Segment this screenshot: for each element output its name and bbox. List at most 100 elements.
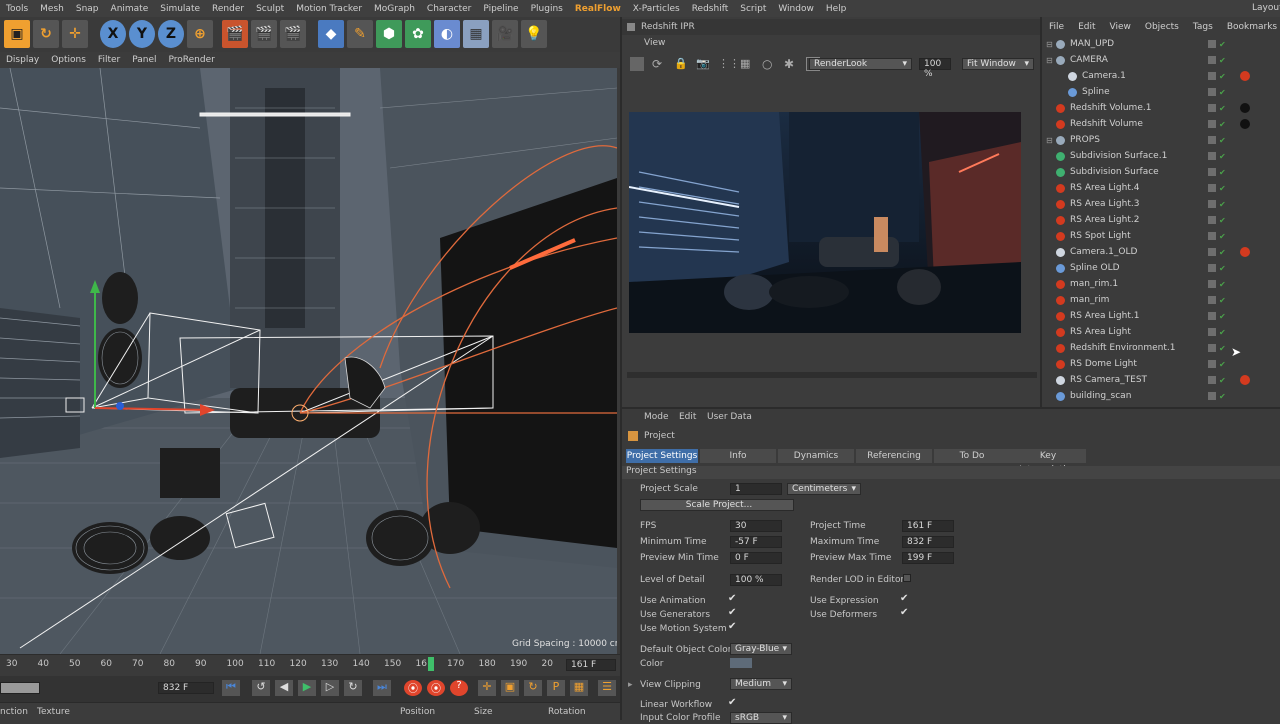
- menu-redshift[interactable]: Redshift: [686, 4, 735, 14]
- step-forward-icon[interactable]: ▷: [321, 680, 339, 696]
- exposure-icon[interactable]: ✱: [784, 57, 798, 71]
- section-collapse-icon[interactable]: ▸: [628, 680, 633, 690]
- menu-window[interactable]: Window: [772, 4, 820, 14]
- tag-icon[interactable]: [1240, 119, 1250, 129]
- key-move-icon[interactable]: ✛: [478, 680, 496, 696]
- expand-icon[interactable]: ⊟: [1046, 40, 1056, 49]
- refresh-icon[interactable]: ⟳: [652, 57, 666, 71]
- rotate-icon[interactable]: ↻: [33, 20, 59, 48]
- objman-menu-tags[interactable]: Tags: [1186, 22, 1220, 36]
- menu-help[interactable]: Help: [820, 4, 853, 14]
- object-name[interactable]: RS Dome Light: [1070, 359, 1137, 369]
- function-tab[interactable]: nction: [0, 707, 28, 717]
- max-time-field[interactable]: 832 F: [902, 536, 954, 548]
- deformer-icon[interactable]: ◐: [434, 20, 460, 48]
- fps-field[interactable]: 30: [730, 520, 782, 532]
- viewport-menu-panel[interactable]: Panel: [126, 55, 162, 65]
- preview-min-field[interactable]: 0 F: [730, 552, 782, 564]
- grid-icon[interactable]: ⋮⋮: [718, 57, 740, 71]
- menu-x-particles[interactable]: X-Particles: [627, 4, 686, 14]
- object-name[interactable]: man_rim.1: [1070, 279, 1118, 289]
- menu-tools[interactable]: Tools: [0, 4, 34, 14]
- visibility-flags[interactable]: ✔: [1208, 119, 1226, 129]
- use-deformers-checkbox[interactable]: ✔: [900, 607, 908, 618]
- scale-project-button[interactable]: Scale Project...: [640, 499, 794, 511]
- menu-character[interactable]: Character: [421, 4, 477, 14]
- tab-referencing[interactable]: Referencing: [856, 449, 932, 463]
- object-name[interactable]: RS Camera_TEST: [1070, 375, 1147, 385]
- use-motion-system-checkbox[interactable]: ✔: [728, 621, 736, 632]
- panel-grip-icon[interactable]: [627, 23, 635, 31]
- object-name[interactable]: Subdivision Surface: [1070, 167, 1159, 177]
- tag-icon[interactable]: [1240, 103, 1250, 113]
- visibility-flags[interactable]: ✔: [1208, 327, 1226, 337]
- tab-project-settings[interactable]: Project Settings: [626, 449, 698, 463]
- project-scale-unit-dropdown[interactable]: Centimeters ▾: [787, 483, 861, 495]
- subdivision-icon[interactable]: ⬢: [376, 20, 402, 48]
- linear-workflow-checkbox[interactable]: ✔: [728, 697, 736, 708]
- objman-menu-edit[interactable]: Edit: [1071, 22, 1102, 36]
- frame-range-slider[interactable]: [0, 682, 40, 694]
- lock-icon[interactable]: 🔒: [674, 57, 688, 71]
- visibility-flags[interactable]: ✔: [1208, 87, 1226, 97]
- object-name[interactable]: CAMERA: [1070, 55, 1108, 65]
- min-time-field[interactable]: -57 F: [730, 536, 782, 548]
- object-name[interactable]: RS Area Light.2: [1070, 215, 1139, 225]
- objman-menu-objects[interactable]: Objects: [1138, 22, 1186, 36]
- next-key-icon[interactable]: ↻: [344, 680, 362, 696]
- visibility-flags[interactable]: ✔: [1208, 263, 1226, 273]
- object-row[interactable]: RS Area Light ✔: [1042, 324, 1280, 340]
- objman-menu-bookmarks[interactable]: Bookmarks: [1220, 22, 1280, 36]
- snapshot-icon[interactable]: 📷: [696, 57, 710, 71]
- tab-todo[interactable]: To Do: [934, 449, 1010, 463]
- object-name[interactable]: MAN_UPD: [1070, 39, 1114, 49]
- camera-icon[interactable]: 🎥: [492, 20, 518, 48]
- object-row[interactable]: RS Area Light.3 ✔: [1042, 196, 1280, 212]
- ipr-horizontal-scrollbar[interactable]: [627, 372, 1037, 378]
- move-icon[interactable]: ✛: [62, 20, 88, 48]
- timeline-icon[interactable]: ☰: [598, 680, 616, 696]
- visibility-flags[interactable]: ✔: [1208, 183, 1226, 193]
- visibility-flags[interactable]: ✔: [1208, 343, 1226, 353]
- focus-icon[interactable]: ○: [762, 57, 776, 71]
- current-frame-field[interactable]: 161 F: [566, 659, 616, 671]
- menu-render[interactable]: Render: [206, 4, 250, 14]
- object-row[interactable]: Redshift Volume.1 ✔: [1042, 100, 1280, 116]
- object-row[interactable]: ⊟ MAN_UPD ✔: [1042, 36, 1280, 52]
- object-name[interactable]: Camera.1_OLD: [1070, 247, 1137, 257]
- current-frame-marker[interactable]: [428, 657, 434, 671]
- visibility-flags[interactable]: ✔: [1208, 311, 1226, 321]
- menu-snap[interactable]: Snap: [70, 4, 105, 14]
- attr-menu-mode[interactable]: Mode: [644, 412, 669, 422]
- object-row[interactable]: RS Dome Light ✔: [1042, 356, 1280, 372]
- tag-icon[interactable]: [1240, 375, 1250, 385]
- attr-menu-userdata[interactable]: User Data: [707, 412, 752, 422]
- play-icon[interactable]: ▶: [298, 680, 316, 696]
- expand-icon[interactable]: ⊟: [1046, 56, 1056, 65]
- autokey-icon[interactable]: ⦿: [427, 680, 445, 696]
- key-rotate-icon[interactable]: ↻: [524, 680, 542, 696]
- object-row[interactable]: Spline OLD ✔: [1042, 260, 1280, 276]
- key-scale-icon[interactable]: ▣: [501, 680, 519, 696]
- object-row[interactable]: Camera.1_OLD ✔: [1042, 244, 1280, 260]
- step-back-icon[interactable]: ◀: [275, 680, 293, 696]
- viewport-menu-filter[interactable]: Filter: [92, 55, 126, 65]
- object-name[interactable]: PROPS: [1070, 135, 1100, 145]
- visibility-flags[interactable]: ✔: [1208, 247, 1226, 257]
- expand-icon[interactable]: ⊟: [1046, 136, 1056, 145]
- use-generators-checkbox[interactable]: ✔: [728, 607, 736, 618]
- object-name[interactable]: building_scan: [1070, 391, 1131, 401]
- timeline-ruler[interactable]: 30 40 50 60 70 80 90 100 110 120 130 140 150 161 170 18…: [0, 654, 620, 676]
- tag-icon[interactable]: [1240, 71, 1250, 81]
- object-row[interactable]: Redshift Volume ✔: [1042, 116, 1280, 132]
- object-row[interactable]: Spline ✔: [1042, 84, 1280, 100]
- object-row[interactable]: RS Area Light.4 ✔: [1042, 180, 1280, 196]
- object-name[interactable]: Redshift Volume.1: [1070, 103, 1151, 113]
- object-row[interactable]: building_scan ✔: [1042, 388, 1280, 404]
- object-row[interactable]: Redshift Environment.1 ✔: [1042, 340, 1280, 356]
- floor-icon[interactable]: ▦: [463, 20, 489, 48]
- pen-icon[interactable]: ✎: [347, 20, 373, 48]
- object-row[interactable]: ⊟ PROPS ✔: [1042, 132, 1280, 148]
- view-clipping-dropdown[interactable]: Medium ▾: [730, 678, 792, 690]
- visibility-flags[interactable]: ✔: [1208, 199, 1226, 209]
